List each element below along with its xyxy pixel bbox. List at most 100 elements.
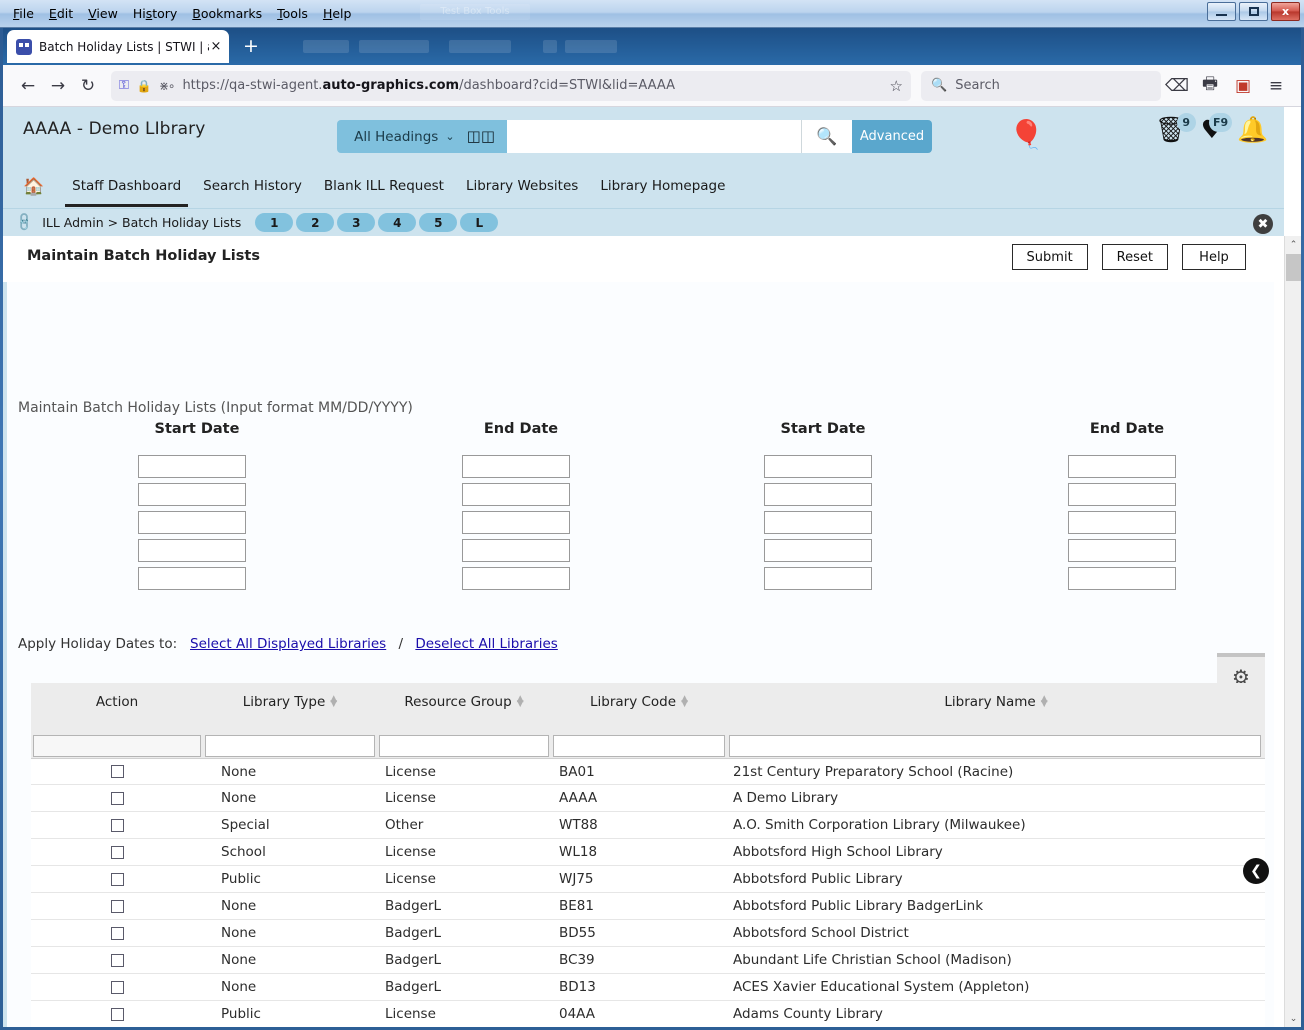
row-select-checkbox[interactable] xyxy=(110,953,124,967)
select-all-displayed-libraries-link[interactable]: Select All Displayed Libraries xyxy=(190,636,386,652)
print-icon[interactable]: 🖶 xyxy=(1195,71,1225,101)
window-maximize-button[interactable] xyxy=(1239,2,1268,21)
database-icon[interactable]: ◫◫ xyxy=(467,129,495,144)
requests-icon[interactable]: 🗑 9 xyxy=(1155,113,1196,142)
menu-bookmarks[interactable]: Bookmarks xyxy=(185,4,269,23)
sort-icon[interactable]: ▲ ▼ xyxy=(517,695,524,709)
table-row[interactable]: None BadgerL BC39 Abundant Life Christian S… xyxy=(31,947,1265,974)
start-date-input-2-2[interactable] xyxy=(764,483,872,506)
end-date-input-2-5[interactable] xyxy=(1068,567,1176,590)
deselect-all-libraries-link[interactable]: Deselect All Libraries xyxy=(415,636,557,652)
row-select-checkbox[interactable] xyxy=(110,818,124,832)
menu-edit[interactable]: Edit xyxy=(42,4,80,23)
end-date-input-2-2[interactable] xyxy=(1068,483,1176,506)
nav-staff-dashboard[interactable]: Staff Dashboard xyxy=(61,166,192,207)
sort-icon[interactable]: ▲ ▼ xyxy=(330,695,337,709)
home-icon[interactable]: 🏠 xyxy=(23,177,44,197)
advanced-search-button[interactable]: Advanced xyxy=(852,120,932,153)
close-icon[interactable]: ✖ xyxy=(1253,214,1273,234)
nav-search-history[interactable]: Search History xyxy=(192,166,313,207)
sort-icon[interactable]: ▲ ▼ xyxy=(681,695,688,709)
hot-air-balloon-icon[interactable]: 🎈 xyxy=(1009,121,1044,149)
pocket-icon[interactable]: ⌫ xyxy=(1162,71,1192,101)
start-date-input-1-3[interactable] xyxy=(138,511,246,534)
pager-step-1[interactable]: 1 xyxy=(255,213,294,232)
start-date-input-2-4[interactable] xyxy=(764,539,872,562)
table-row[interactable]: None License BA01 21st Century Preparatory … xyxy=(31,758,1265,785)
browser-tab[interactable]: Batch Holiday Lists | STWI | aaaa × xyxy=(7,30,229,63)
table-row[interactable]: None BadgerL BD55 Abbotsford School Distric… xyxy=(31,920,1265,947)
table-row[interactable]: Public License WJ75 Abbotsford Public Libra… xyxy=(31,866,1265,893)
end-date-input-1-5[interactable] xyxy=(462,567,570,590)
start-date-input-2-1[interactable] xyxy=(764,455,872,478)
table-row[interactable]: Public License 04AA Adams County Library xyxy=(31,1001,1265,1027)
start-date-input-2-5[interactable] xyxy=(764,567,872,590)
row-select-checkbox[interactable] xyxy=(110,926,124,940)
search-scope-dropdown[interactable]: All Headings ⌄ ◫◫ xyxy=(337,120,507,153)
help-button[interactable]: Help xyxy=(1182,244,1246,270)
submit-button[interactable]: Submit xyxy=(1011,244,1088,270)
row-select-checkbox[interactable] xyxy=(110,899,124,913)
scroll-down-icon[interactable]: ⌄ xyxy=(1285,1010,1301,1027)
notifications-icon[interactable]: 🔔 xyxy=(1237,117,1268,142)
row-select-checkbox[interactable] xyxy=(110,845,124,859)
end-date-input-1-2[interactable] xyxy=(462,483,570,506)
end-date-input-2-3[interactable] xyxy=(1068,511,1176,534)
favorites-icon[interactable]: ♥ F9 xyxy=(1201,113,1233,142)
start-date-input-1-5[interactable] xyxy=(138,567,246,590)
collapse-panel-icon[interactable]: ❮ xyxy=(1243,858,1269,884)
reset-button[interactable]: Reset xyxy=(1101,244,1168,270)
start-date-input-1-4[interactable] xyxy=(138,539,246,562)
menu-history[interactable]: History xyxy=(126,4,184,23)
end-date-input-1-4[interactable] xyxy=(462,539,570,562)
pager-step-3[interactable]: 3 xyxy=(337,213,376,232)
pager-step-4[interactable]: 4 xyxy=(378,213,417,232)
start-date-input-2-3[interactable] xyxy=(764,511,872,534)
row-select-checkbox[interactable] xyxy=(110,791,124,805)
nav-library-websites[interactable]: Library Websites xyxy=(455,166,589,207)
search-submit-icon[interactable]: 🔍 xyxy=(802,120,852,153)
reload-icon[interactable]: ↻ xyxy=(73,71,103,101)
column-header-library-type[interactable]: Library Type ▲ ▼ xyxy=(203,683,377,734)
new-tab-button[interactable]: + xyxy=(241,37,261,57)
filter-resource-group-input[interactable] xyxy=(379,735,549,757)
tracking-shield-icon[interactable]: ⚿ xyxy=(119,78,129,93)
pager-step-5[interactable]: 5 xyxy=(419,213,458,232)
start-date-input-1-1[interactable] xyxy=(138,455,246,478)
window-close-button[interactable]: x xyxy=(1271,2,1300,21)
menu-view[interactable]: View xyxy=(81,4,125,23)
row-select-checkbox[interactable] xyxy=(110,1007,124,1021)
address-bar[interactable]: ⚿ 🔒 ⋇∘ https://qa-stwi-agent.auto-graphi… xyxy=(111,70,911,101)
table-row[interactable]: None BadgerL BE81 Abbotsford Public Library… xyxy=(31,893,1265,920)
nav-library-homepage[interactable]: Library Homepage xyxy=(589,166,736,207)
back-icon[interactable]: ← xyxy=(13,71,43,101)
menu-file[interactable]: FFileile xyxy=(6,4,41,23)
permissions-icon[interactable]: ⋇∘ xyxy=(159,79,176,93)
menu-tools[interactable]: Tools xyxy=(270,4,315,23)
nav-blank-ill-request[interactable]: Blank ILL Request xyxy=(313,166,455,207)
menu-help[interactable]: Help xyxy=(316,4,359,23)
row-select-checkbox[interactable] xyxy=(110,765,124,778)
filter-library-type-input[interactable] xyxy=(205,735,375,757)
table-row[interactable]: School License WL18 Abbotsford High School … xyxy=(31,839,1265,866)
row-select-checkbox[interactable] xyxy=(110,980,124,994)
scroll-up-icon[interactable]: ⌃ xyxy=(1285,236,1301,253)
end-date-input-2-4[interactable] xyxy=(1068,539,1176,562)
column-header-library-name[interactable]: Library Name ▲ ▼ xyxy=(727,683,1265,734)
pager-step-2[interactable]: 2 xyxy=(296,213,335,232)
filter-library-code-input[interactable] xyxy=(553,735,725,757)
pager-step-last[interactable]: L xyxy=(460,213,499,232)
page-scrollbar[interactable]: ⌃ ⌄ xyxy=(1284,236,1301,1027)
table-row[interactable]: None License AAAA A Demo Library xyxy=(31,785,1265,812)
global-search-input[interactable] xyxy=(507,120,802,153)
end-date-input-1-1[interactable] xyxy=(462,455,570,478)
row-select-checkbox[interactable] xyxy=(110,872,124,886)
tab-close-icon[interactable]: × xyxy=(209,39,223,54)
bookmark-star-icon[interactable]: ☆ xyxy=(890,77,903,95)
sort-icon[interactable]: ▲ ▼ xyxy=(1041,695,1048,709)
window-minimize-button[interactable] xyxy=(1207,2,1236,21)
table-row[interactable]: None BadgerL BD13 ACES Xavier Educational S… xyxy=(31,974,1265,1001)
table-row[interactable]: Special Other WT88 A.O. Smith Corporation L… xyxy=(31,812,1265,839)
forward-icon[interactable]: → xyxy=(43,71,73,101)
app-menu-icon[interactable]: ≡ xyxy=(1261,71,1291,101)
